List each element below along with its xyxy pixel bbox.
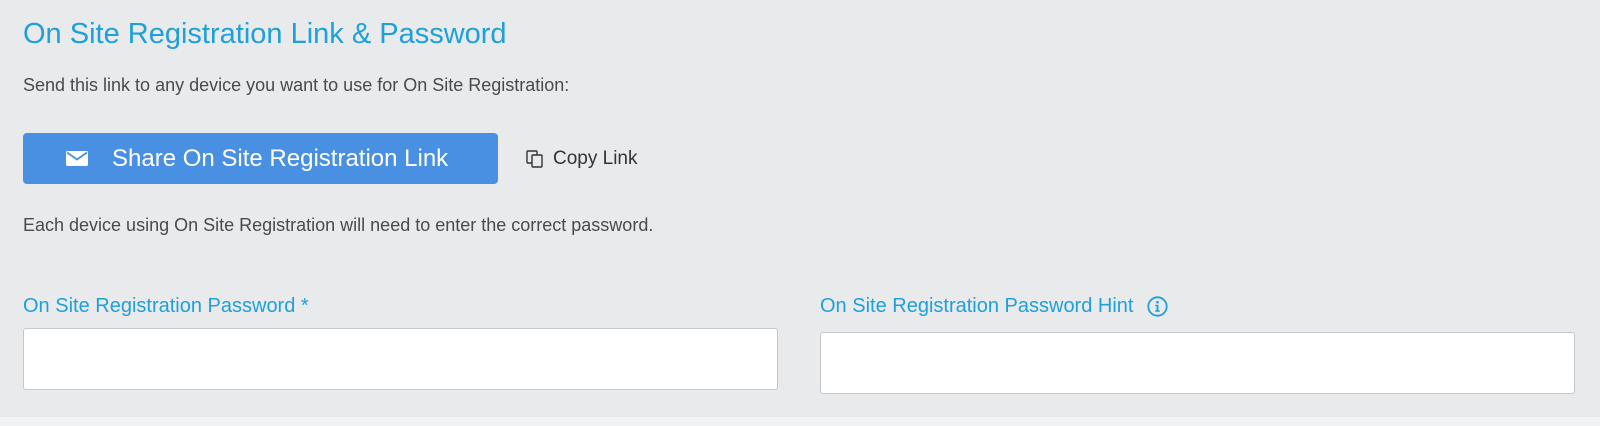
password-note: Each device using On Site Registration w… [23, 215, 654, 235]
password-hint-input[interactable] [820, 332, 1575, 394]
copy-link-button[interactable]: Copy Link [526, 148, 638, 170]
registration-panel: On Site Registration Link & Password Sen… [0, 0, 1600, 417]
copy-link-label: Copy Link [553, 148, 638, 169]
copy-icon [526, 150, 543, 168]
info-icon[interactable] [1147, 296, 1169, 317]
intro-text: Send this link to any device you want to… [23, 75, 570, 95]
password-label-text: On Site Registration Password * [23, 295, 309, 317]
password-input[interactable] [23, 328, 778, 390]
share-link-label: Share On Site Registration Link [112, 145, 449, 172]
hint-label-text: On Site Registration Password Hint [820, 295, 1134, 317]
hint-field-label: On Site Registration Password Hint [820, 295, 1169, 318]
share-link-button[interactable]: Share On Site Registration Link [23, 133, 498, 184]
section-title: On Site Registration Link & Password [23, 18, 507, 50]
password-field-label: On Site Registration Password * [23, 295, 309, 318]
mail-icon [66, 151, 88, 166]
